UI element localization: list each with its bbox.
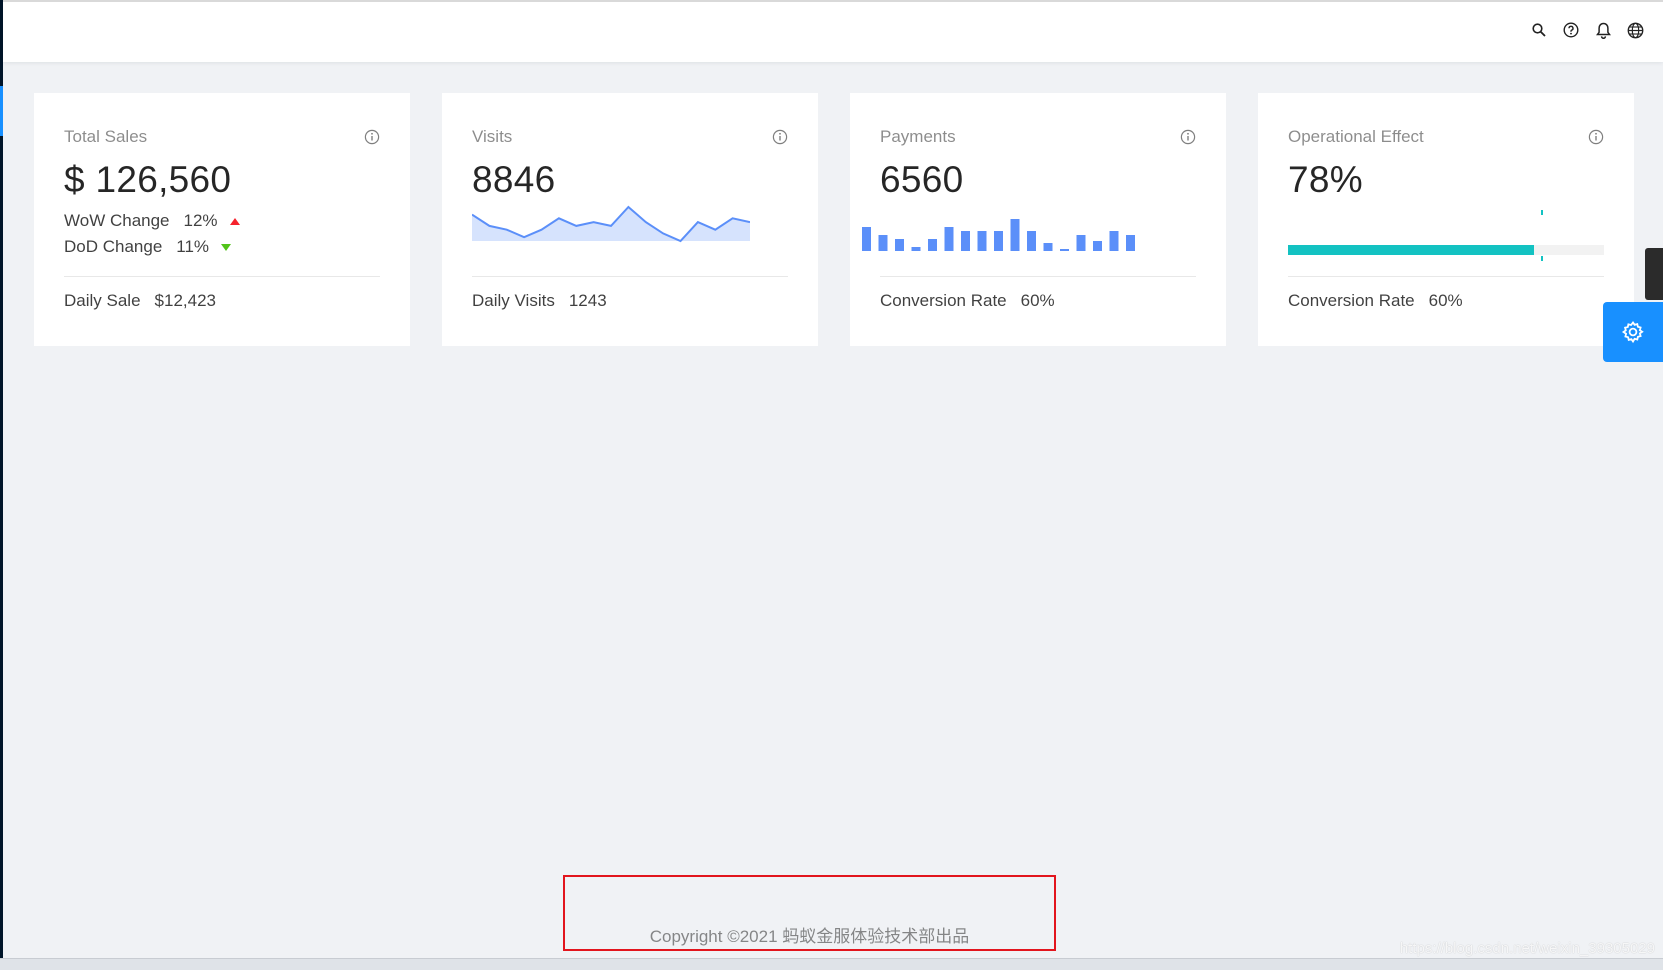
payments-bar bbox=[928, 239, 937, 251]
operational-effect-value: 78% bbox=[1288, 159, 1363, 200]
daily-sale-label: Daily Sale bbox=[64, 291, 141, 310]
question-icon[interactable] bbox=[1561, 20, 1581, 40]
total-sales-card: Total Sales $ 126,560 WoW Change 12% DoD… bbox=[34, 93, 410, 346]
dod-change: DoD Change 11% bbox=[64, 237, 232, 257]
payments-value: 6560 bbox=[880, 159, 964, 200]
visits-area-chart bbox=[472, 205, 750, 243]
card-footer: Conversion Rate 60% bbox=[880, 291, 1055, 311]
payments-bar bbox=[1126, 235, 1135, 251]
card-divider bbox=[880, 276, 1196, 277]
card-divider bbox=[1288, 276, 1604, 277]
payments-bar bbox=[878, 235, 888, 251]
footer-highlight-box: Copyright ©2021 蚂蚁金服体验技术部出品 bbox=[563, 875, 1056, 951]
visits-value: 8846 bbox=[472, 159, 556, 200]
card-title: Visits bbox=[472, 127, 513, 146]
payments-bar bbox=[1027, 231, 1036, 251]
progress-target-marker bbox=[1540, 256, 1543, 261]
info-icon[interactable] bbox=[364, 129, 380, 145]
copyright-text: Copyright ©2021 蚂蚁金服体验技术部出品 bbox=[649, 927, 970, 946]
wow-change-label: WoW Change bbox=[64, 211, 170, 230]
wow-change: WoW Change 12% bbox=[64, 211, 240, 231]
info-icon[interactable] bbox=[1180, 129, 1196, 145]
gear-icon bbox=[1621, 320, 1644, 344]
total-sales-value: $ 126,560 bbox=[64, 159, 232, 200]
search-icon[interactable] bbox=[1529, 20, 1549, 40]
payments-bar bbox=[1109, 231, 1119, 251]
top-header bbox=[3, 0, 1663, 62]
payments-bar bbox=[895, 239, 904, 251]
payments-bar bbox=[961, 231, 970, 251]
progress-bar bbox=[1288, 245, 1604, 255]
info-icon[interactable] bbox=[1588, 129, 1604, 145]
progress-target-marker bbox=[1540, 210, 1543, 215]
card-divider bbox=[472, 276, 788, 277]
card-footer: Daily Visits 1243 bbox=[472, 291, 607, 311]
payments-bar bbox=[1060, 249, 1069, 251]
card-divider bbox=[64, 276, 380, 277]
card-footer: Daily Sale $12,423 bbox=[64, 291, 216, 311]
visits-card: Visits 8846 Daily Visits 1243 bbox=[442, 93, 818, 346]
dod-change-label: DoD Change bbox=[64, 237, 163, 256]
payments-bar-chart bbox=[862, 219, 1135, 251]
info-icon[interactable] bbox=[772, 129, 788, 145]
settings-drawer-button[interactable] bbox=[1603, 302, 1663, 362]
card-title: Operational Effect bbox=[1288, 127, 1424, 146]
payments-bar bbox=[1043, 243, 1053, 251]
conversion-rate-label: Conversion Rate bbox=[880, 291, 1007, 310]
operational-effect-card: Operational Effect 78% Conversion Rate 60… bbox=[1258, 93, 1634, 346]
payments-bar bbox=[1093, 241, 1102, 251]
sidebar-edge bbox=[0, 0, 3, 969]
daily-sale-value: $12,423 bbox=[154, 291, 216, 310]
card-title: Payments bbox=[880, 127, 956, 146]
globe-icon[interactable] bbox=[1625, 20, 1645, 40]
card-footer: Conversion Rate 60% bbox=[1288, 291, 1463, 311]
caret-down-icon bbox=[221, 243, 232, 251]
conversion-rate-value: 60% bbox=[1428, 291, 1463, 310]
header-actions bbox=[1529, 20, 1645, 40]
conversion-rate-label: Conversion Rate bbox=[1288, 291, 1415, 310]
payments-bar bbox=[911, 247, 921, 251]
progress-fill bbox=[1288, 245, 1535, 255]
sidebar-active-indicator bbox=[0, 86, 3, 136]
bell-icon[interactable] bbox=[1593, 20, 1613, 40]
payments-bar bbox=[1076, 235, 1086, 251]
card-title: Total Sales bbox=[64, 127, 148, 146]
payments-bar bbox=[1010, 219, 1020, 251]
taskbar bbox=[0, 958, 1663, 970]
watermark: https://blog.csdn.net/weixin_39305029 bbox=[1399, 940, 1655, 957]
payments-bar bbox=[944, 227, 954, 251]
daily-visits-value: 1243 bbox=[568, 291, 607, 310]
scrollbar-handle[interactable] bbox=[1645, 248, 1663, 300]
payments-bar bbox=[994, 231, 1003, 251]
dod-change-value: 11% bbox=[176, 237, 210, 256]
wow-change-value: 12% bbox=[183, 211, 218, 230]
visits-area-fill bbox=[472, 207, 750, 241]
payments-bar bbox=[862, 227, 871, 251]
daily-visits-label: Daily Visits bbox=[472, 291, 555, 310]
caret-up-icon bbox=[229, 217, 240, 225]
conversion-rate-value: 60% bbox=[1020, 291, 1055, 310]
payments-card: Payments 6560 Conversion Rate 60% bbox=[850, 93, 1226, 346]
payments-bar bbox=[977, 231, 987, 251]
